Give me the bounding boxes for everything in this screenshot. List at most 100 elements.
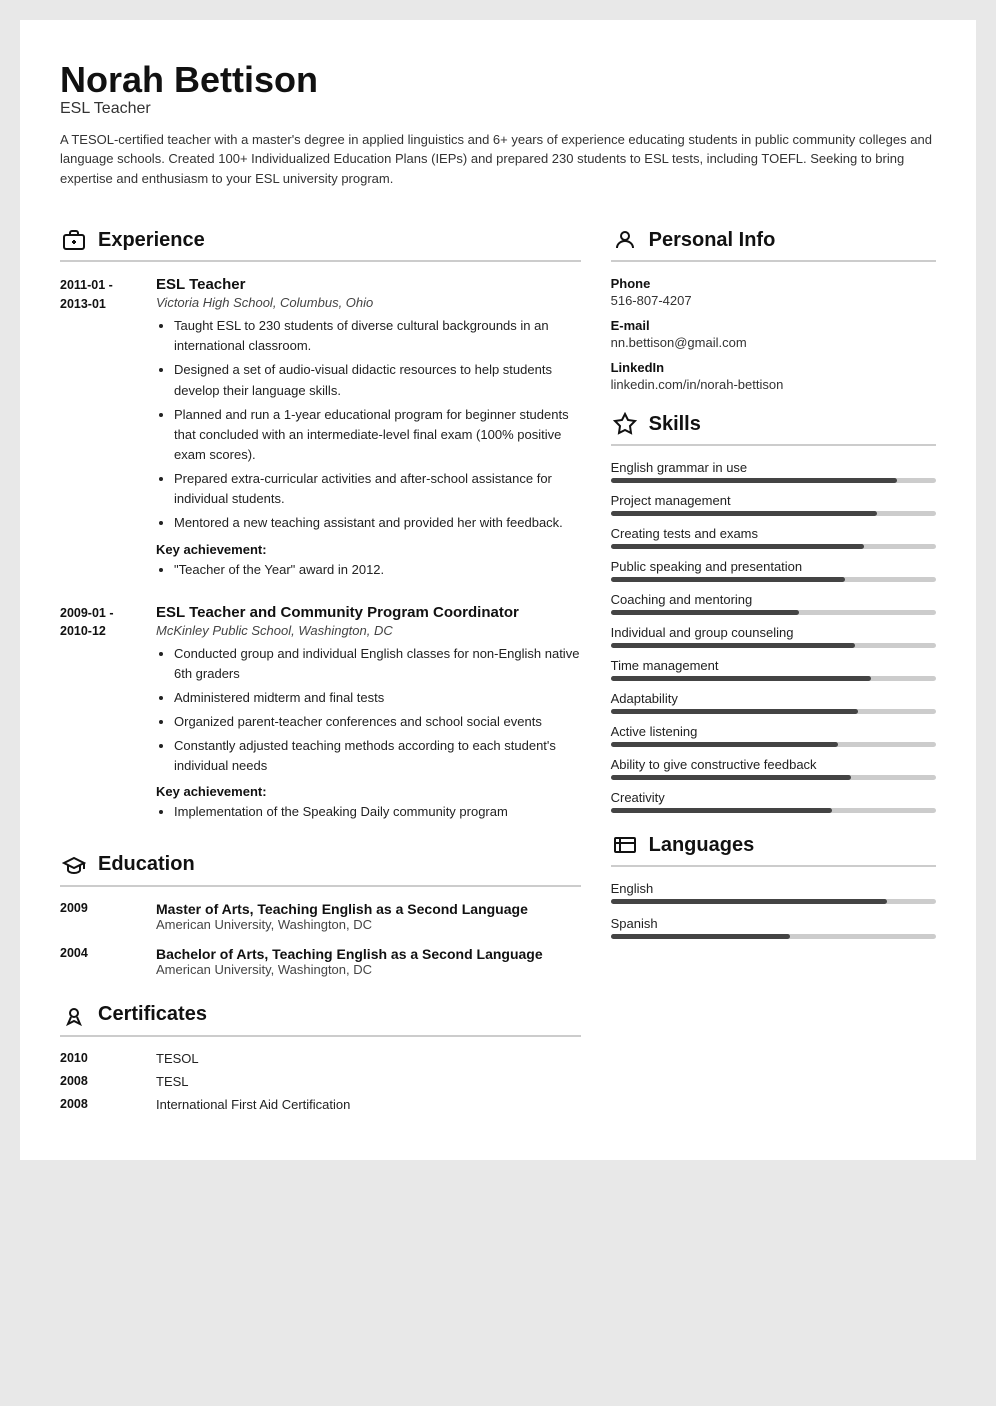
linkedin-label: LinkedIn xyxy=(611,360,936,375)
skill-bar-bg xyxy=(611,808,936,813)
right-column: Personal Info Phone 516-807-4207 E-mail … xyxy=(611,226,936,1120)
job-1-school: Victoria High School, Columbus, Ohio xyxy=(156,295,581,310)
cert-1-year: 2010 xyxy=(60,1051,140,1066)
job-entry-1: 2011-01 - 2013-01 ESL Teacher Victoria H… xyxy=(60,276,581,584)
skill-bar-bg xyxy=(611,544,936,549)
email-value: nn.bettison@gmail.com xyxy=(611,335,936,350)
list-item: Administered midterm and final tests xyxy=(174,688,581,708)
skill-item-0: English grammar in use xyxy=(611,460,936,483)
certificates-section-header: Certificates xyxy=(60,1001,581,1037)
skill-bar-fill xyxy=(611,775,852,780)
skill-item-10: Creativity xyxy=(611,790,936,813)
skills-icon xyxy=(611,410,639,438)
certificates-icon xyxy=(60,1001,88,1029)
job-2-achievement-label: Key achievement: xyxy=(156,784,581,799)
lang-item-1: Spanish xyxy=(611,916,936,939)
skill-name: Adaptability xyxy=(611,691,936,706)
skill-item-9: Ability to give constructive feedback xyxy=(611,757,936,780)
cert-entry-3: 2008 International First Aid Certificati… xyxy=(60,1097,581,1112)
lang-bar-bg xyxy=(611,934,936,939)
skill-name: Time management xyxy=(611,658,936,673)
job-2-content: ESL Teacher and Community Program Coordi… xyxy=(156,604,581,827)
job-2-dates: 2009-01 - 2010-12 xyxy=(60,604,140,827)
job-1-achievement-label: Key achievement: xyxy=(156,542,581,557)
skill-item-3: Public speaking and presentation xyxy=(611,559,936,582)
skill-name: Active listening xyxy=(611,724,936,739)
cert-2-year: 2008 xyxy=(60,1074,140,1089)
education-section-header: Education xyxy=(60,851,581,887)
skill-bar-bg xyxy=(611,577,936,582)
cert-entry-2: 2008 TESL xyxy=(60,1074,581,1089)
skill-bar-fill xyxy=(611,544,865,549)
job-2-achievement: Implementation of the Speaking Daily com… xyxy=(156,802,581,822)
job-2-school: McKinley Public School, Washington, DC xyxy=(156,623,581,638)
skill-name: Public speaking and presentation xyxy=(611,559,936,574)
skill-bar-fill xyxy=(611,808,832,813)
skill-name: Ability to give constructive feedback xyxy=(611,757,936,772)
job-entry-2: 2009-01 - 2010-12 ESL Teacher and Commun… xyxy=(60,604,581,827)
skill-name: Creating tests and exams xyxy=(611,526,936,541)
lang-item-0: English xyxy=(611,881,936,904)
skill-name: Project management xyxy=(611,493,936,508)
skill-bar-bg xyxy=(611,742,936,747)
job-1-bullets: Taught ESL to 230 students of diverse cu… xyxy=(156,316,581,533)
skill-item-2: Creating tests and exams xyxy=(611,526,936,549)
certificates-title: Certificates xyxy=(98,1003,207,1026)
skill-item-8: Active listening xyxy=(611,724,936,747)
job-2-title: ESL Teacher and Community Program Coordi… xyxy=(156,604,581,621)
experience-icon xyxy=(60,226,88,254)
lang-bar-bg xyxy=(611,899,936,904)
list-item: Designed a set of audio-visual didactic … xyxy=(174,360,581,400)
skill-bar-bg xyxy=(611,478,936,483)
list-item: Constantly adjusted teaching methods acc… xyxy=(174,736,581,776)
job-1-achievement: "Teacher of the Year" award in 2012. xyxy=(156,560,581,580)
languages-list: English Spanish xyxy=(611,881,936,939)
skill-bar-bg xyxy=(611,775,936,780)
skill-name: Individual and group counseling xyxy=(611,625,936,640)
personal-info-icon xyxy=(611,226,639,254)
job-2-bullets: Conducted group and individual English c… xyxy=(156,644,581,777)
list-item: Taught ESL to 230 students of diverse cu… xyxy=(174,316,581,356)
email-label: E-mail xyxy=(611,318,936,333)
skill-bar-fill xyxy=(611,577,845,582)
skill-bar-fill xyxy=(611,511,878,516)
list-item: "Teacher of the Year" award in 2012. xyxy=(174,560,581,580)
education-icon xyxy=(60,851,88,879)
edu-1-content: Master of Arts, Teaching English as a Se… xyxy=(156,901,528,932)
left-column: Experience 2011-01 - 2013-01 ESL Teacher… xyxy=(60,226,581,1120)
skill-item-6: Time management xyxy=(611,658,936,681)
cert-entry-1: 2010 TESOL xyxy=(60,1051,581,1066)
job-1-content: ESL Teacher Victoria High School, Columb… xyxy=(156,276,581,584)
cert-2-name: TESL xyxy=(156,1074,189,1089)
skills-section-header: Skills xyxy=(611,410,936,446)
skill-bar-bg xyxy=(611,610,936,615)
personal-info-title: Personal Info xyxy=(649,229,776,252)
candidate-name: Norah Bettison xyxy=(60,60,936,100)
skills-list: English grammar in use Project managemen… xyxy=(611,460,936,813)
resume-container: Norah Bettison ESL Teacher A TESOL-certi… xyxy=(20,20,976,1160)
skill-bar-fill xyxy=(611,742,839,747)
cert-3-name: International First Aid Certification xyxy=(156,1097,350,1112)
skill-name: Creativity xyxy=(611,790,936,805)
skill-item-7: Adaptability xyxy=(611,691,936,714)
skill-bar-bg xyxy=(611,709,936,714)
skill-bar-bg xyxy=(611,511,936,516)
skill-name: Coaching and mentoring xyxy=(611,592,936,607)
list-item: Conducted group and individual English c… xyxy=(174,644,581,684)
main-columns: Experience 2011-01 - 2013-01 ESL Teacher… xyxy=(60,226,936,1120)
skill-bar-bg xyxy=(611,643,936,648)
list-item: Prepared extra-curricular activities and… xyxy=(174,469,581,509)
lang-name: English xyxy=(611,881,936,896)
header-section: Norah Bettison ESL Teacher A TESOL-certi… xyxy=(60,60,936,208)
skill-item-1: Project management xyxy=(611,493,936,516)
edu-2-degree: Bachelor of Arts, Teaching English as a … xyxy=(156,946,543,962)
skill-bar-fill xyxy=(611,709,858,714)
skill-item-5: Individual and group counseling xyxy=(611,625,936,648)
edu-2-year: 2004 xyxy=(60,946,140,977)
languages-section-header: Languages xyxy=(611,831,936,867)
phone-value: 516-807-4207 xyxy=(611,293,936,308)
edu-entry-1: 2009 Master of Arts, Teaching English as… xyxy=(60,901,581,932)
skill-bar-fill xyxy=(611,610,800,615)
job-1-dates: 2011-01 - 2013-01 xyxy=(60,276,140,584)
skill-bar-fill xyxy=(611,478,897,483)
